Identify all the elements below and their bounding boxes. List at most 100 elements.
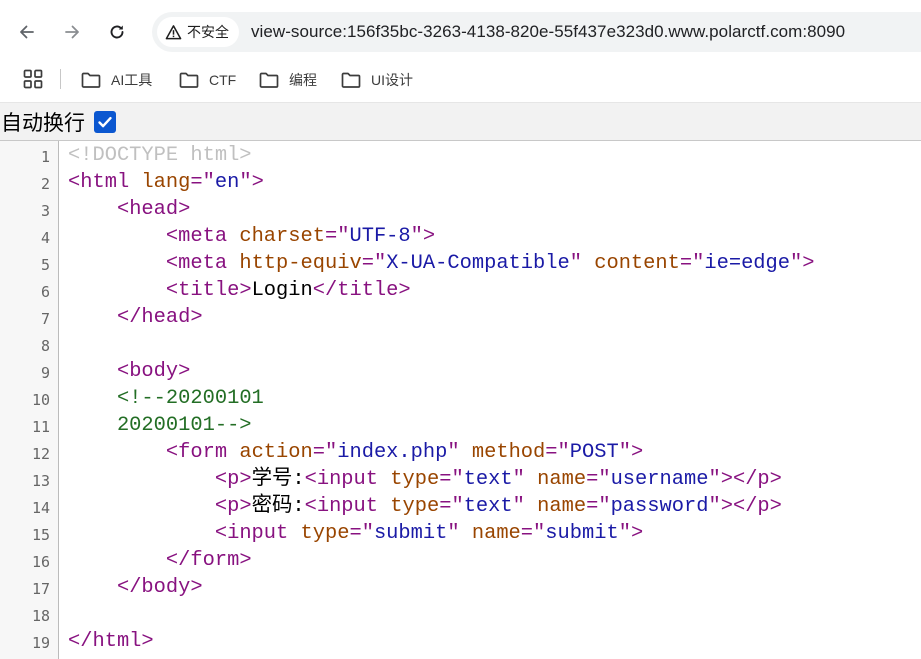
line-content: </form> [68,547,252,574]
forward-button[interactable] [54,14,90,50]
back-button[interactable] [9,14,45,50]
code-token: =" [439,468,464,491]
line-number: 7 [40,310,50,328]
source-line: 8 [0,331,921,358]
bookmark-folder-ui-design[interactable]: UI设计 [341,67,413,93]
code-token: "> [618,441,644,464]
line-number: 2 [40,175,50,193]
code-token: <!--20200101 [116,387,264,410]
bookmark-label: UI设计 [371,72,413,88]
code-token: =" [190,171,215,194]
line-content: <p>学号:<input type="text" name="username"… [68,466,782,493]
code-token: <!DOCTYPE html> [68,144,252,167]
code-token: </p> [732,468,782,491]
line-number: 16 [31,553,50,571]
line-number: 15 [31,526,50,544]
line-content: <head> [68,196,190,223]
code-token: </form> [165,549,252,572]
arrow-left-icon [20,25,34,39]
folder-icon [341,72,361,88]
code-token: =" [439,495,464,518]
apps-grid-icon[interactable] [23,69,43,89]
bookmarks-divider [60,69,61,89]
folder-icon [259,72,279,88]
line-number: 8 [40,337,50,355]
line-content: <p>密码:<input type="text" name="password"… [68,493,782,520]
checkmark-icon [98,116,112,127]
folder-icon [179,72,199,88]
code-token: "> [708,468,733,491]
line-content: <!--20200101 [68,385,264,412]
code-token: "> [708,495,733,518]
line-number: 3 [40,202,50,220]
code-token: "> [239,171,264,194]
bookmarks-bar: AI工具 CTF 编程 UI设计 [0,64,921,103]
line-wrap-label: 自动换行 [1,110,85,135]
code-token: =" [586,468,611,491]
code-token: "> [410,225,436,248]
source-line: 19 </html> [0,628,921,655]
line-number: 6 [40,283,50,301]
line-content: <html lang="en"> [68,169,264,196]
code-token: <html [68,171,142,194]
security-chip[interactable]: 不安全 [157,17,239,47]
code-token: en [214,171,240,194]
code-token: method [471,441,546,464]
code-token: 学号: [251,468,305,491]
bookmark-folder-ctf[interactable]: CTF [179,67,236,93]
line-content: <meta http-equiv="X-UA-Compatible" conte… [68,250,815,277]
code-token: <body> [116,360,191,383]
bookmark-folder-ai-tools[interactable]: AI工具 [81,67,152,93]
code-token: type [390,495,440,518]
code-token: submit [545,522,619,545]
line-content: 20200101--> [68,412,252,439]
reload-icon [110,25,124,39]
code-token: <meta [165,252,240,275]
code-token: text [463,468,513,491]
code-token: text [463,495,513,518]
code-token: <head> [116,198,191,221]
code-token: =" [586,495,611,518]
address-bar[interactable]: 不安全 view-source:156f35bc-3263-4138-820e-… [152,12,921,52]
source-line: 10 <!--20200101 [0,385,921,412]
line-content: <body> [68,358,190,385]
bookmark-folder-programming[interactable]: 编程 [259,67,317,93]
line-wrap-checkbox[interactable] [94,110,116,133]
line-number: 18 [31,607,50,625]
code-token: 20200101--> [68,414,252,437]
line-content: </head> [68,304,203,331]
code-token: " [512,468,538,491]
code-token: submit [373,522,448,545]
line-number: 4 [40,229,50,247]
code-token: </head> [116,306,203,329]
code-token: <input [214,522,301,545]
code-token: username [610,468,709,491]
source-line: 1 <!DOCTYPE html> [0,142,921,169]
source-line: 3 <head> [0,196,921,223]
line-content: <!DOCTYPE html> [68,142,252,169]
warning-triangle-icon [165,24,182,39]
code-token: " [447,522,472,545]
code-token: =" [545,441,570,464]
source-line: 7 </head> [0,304,921,331]
reload-button[interactable] [99,14,135,50]
code-token: ie=edge [704,252,791,275]
code-token: " [447,441,472,464]
code-token: =" [349,522,374,545]
code-token: type [300,522,350,545]
url-text[interactable]: view-source:156f35bc-3263-4138-820e-55f4… [251,22,845,42]
security-label: 不安全 [187,24,229,40]
line-content: <form action="index.php" method="POST"> [68,439,643,466]
browser-toolbar: 不安全 view-source:156f35bc-3263-4138-820e-… [0,0,921,64]
code-token: name [537,468,587,491]
code-token: <p> [214,495,252,518]
code-token: Login [251,279,313,302]
line-content: <input type="submit" name="submit"> [68,520,643,547]
line-number: 17 [31,580,50,598]
